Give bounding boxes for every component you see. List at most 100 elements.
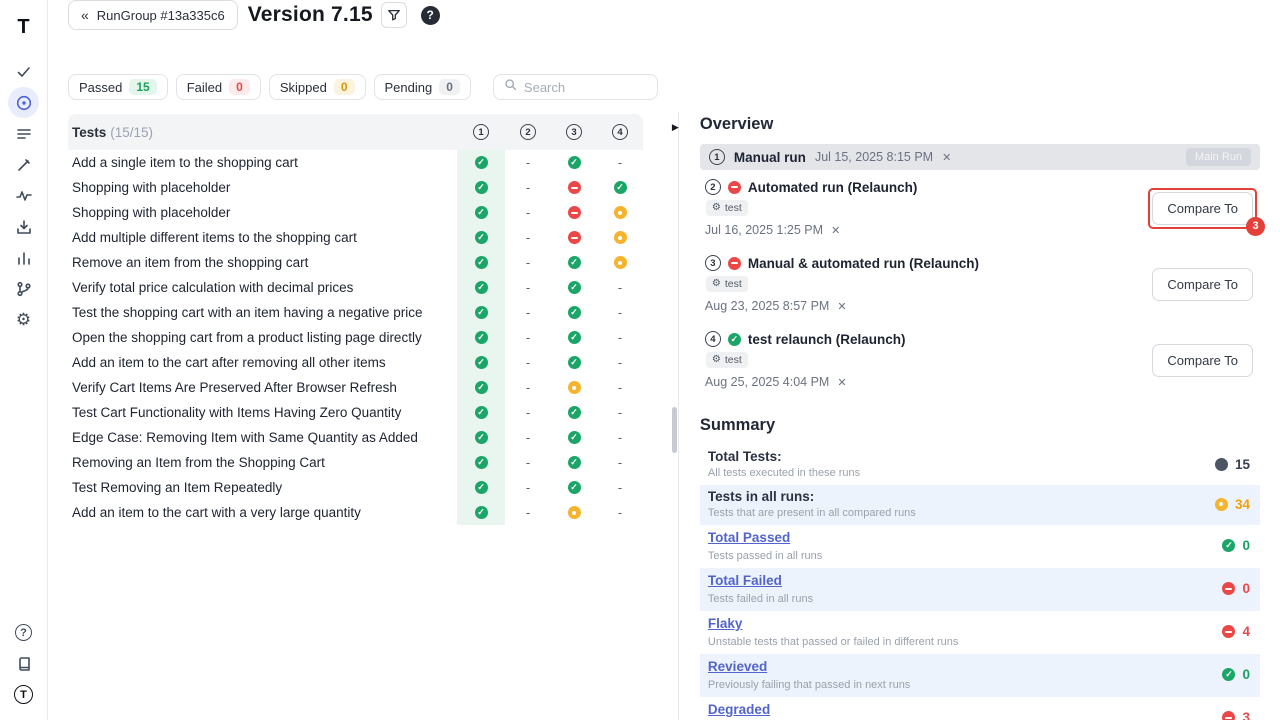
search-icon <box>504 78 517 96</box>
table-header: Tests(15/15) 1 2 3 4 <box>68 114 643 150</box>
test-name: Test Removing an Item Repeatedly <box>68 480 457 495</box>
run4-status-icon <box>614 181 627 194</box>
summary-link-total-passed[interactable]: Total Passed <box>708 530 790 545</box>
collapse-panel-icon[interactable]: ▶ <box>672 122 679 133</box>
table-row[interactable]: Remove an item from the shopping cart <box>68 250 643 275</box>
test-name: Remove an item from the shopping cart <box>68 255 457 270</box>
table-row[interactable]: Shopping with placeholder <box>68 175 643 200</box>
run2-status-icon <box>522 456 535 469</box>
run3-status-icon <box>568 306 581 319</box>
list-filter-icon[interactable] <box>8 118 39 149</box>
summary-status-icon <box>1222 625 1235 638</box>
summary-value: 0 <box>1242 667 1250 682</box>
annotation-badge: 3 <box>1246 217 1265 236</box>
run3-status-icon <box>568 481 581 494</box>
tab-skipped[interactable]: Skipped 0 <box>269 74 366 100</box>
column-run-2[interactable]: 2 <box>520 124 536 140</box>
divider-line <box>678 112 679 720</box>
help-icon[interactable]: ? <box>8 617 39 648</box>
content: Passed 15 Failed 0 Skipped 0 Pending 0 <box>48 30 1280 720</box>
table-row[interactable]: Test Cart Functionality with Items Havin… <box>68 400 643 425</box>
table-row[interactable]: Verify total price calculation with deci… <box>68 275 643 300</box>
run3-status-icon <box>568 456 581 469</box>
test-name: Add multiple different items to the shop… <box>68 230 457 245</box>
column-run-1[interactable]: 1 <box>473 124 489 140</box>
brand-logo-icon[interactable]: T <box>8 679 39 710</box>
back-button[interactable]: « RunGroup #13a335c6 <box>68 0 238 30</box>
table-row[interactable]: Add an item to the cart after removing a… <box>68 350 643 375</box>
run1-status-icon <box>475 306 488 319</box>
runs-icon[interactable] <box>8 87 39 118</box>
summary-row: Total Passed Tests passed in all runs 0 <box>700 525 1260 568</box>
table-row[interactable]: Edge Case: Removing Item with Same Quant… <box>68 425 643 450</box>
summary-link-revieved[interactable]: Revieved <box>708 659 767 674</box>
run-item: 2 Automated run (Relaunch) ⚙ test Jul 16… <box>700 170 1260 246</box>
column-run-3[interactable]: 3 <box>566 124 582 140</box>
run3-status-icon <box>568 206 581 219</box>
table-row[interactable]: Open the shopping cart from a product li… <box>68 325 643 350</box>
scrollbar-thumb[interactable] <box>672 407 677 453</box>
pending-count-badge: 0 <box>439 79 460 95</box>
import-icon[interactable] <box>8 211 39 242</box>
run3-status-icon <box>568 231 581 244</box>
run1-status-icon <box>475 231 488 244</box>
search-input[interactable] <box>524 80 647 95</box>
table-row[interactable]: Test the shopping cart with an item havi… <box>68 300 643 325</box>
filter-funnel-button[interactable] <box>381 2 407 28</box>
run4-status-icon <box>614 506 627 519</box>
table-row[interactable]: Add multiple different items to the shop… <box>68 225 643 250</box>
summary-status-icon <box>1215 498 1228 511</box>
tab-pending[interactable]: Pending 0 <box>374 74 471 100</box>
column-run-4[interactable]: 4 <box>612 124 628 140</box>
run-name: Automated run (Relaunch) <box>748 180 918 195</box>
tab-failed[interactable]: Failed 0 <box>176 74 261 100</box>
summary-link-total-failed[interactable]: Total Failed <box>708 573 782 588</box>
test-name: Open the shopping cart from a product li… <box>68 330 457 345</box>
run4-status-icon <box>614 306 627 319</box>
run-item-selected[interactable]: 1 Manual run Jul 15, 2025 8:15 PM ✕ Main… <box>700 144 1260 170</box>
table-row[interactable]: Add a single item to the shopping cart <box>68 150 643 175</box>
summary-title: Summary <box>700 416 1260 435</box>
settings-icon[interactable]: ⚙ <box>8 304 39 335</box>
table-row[interactable]: Shopping with placeholder <box>68 200 643 225</box>
run-name: Manual run <box>734 150 806 165</box>
summary-desc: Tests that are present in all compared r… <box>708 507 1215 519</box>
tab-passed[interactable]: Passed 15 <box>68 74 168 100</box>
tests-count: (15/15) <box>110 125 153 140</box>
close-icon[interactable]: ✕ <box>837 300 846 313</box>
pen-icon[interactable] <box>8 149 39 180</box>
run3-status-icon <box>568 256 581 269</box>
compare-to-button[interactable]: Compare To <box>1152 268 1253 301</box>
branch-icon[interactable] <box>8 273 39 304</box>
close-icon[interactable]: ✕ <box>831 224 840 237</box>
table-row[interactable]: Verify Cart Items Are Preserved After Br… <box>68 375 643 400</box>
activity-icon[interactable] <box>8 180 39 211</box>
table-row[interactable]: Test Removing an Item Repeatedly <box>68 475 643 500</box>
close-icon[interactable]: ✕ <box>837 376 846 389</box>
summary-desc: Tests passed in all runs <box>708 550 1223 562</box>
table-row[interactable]: Removing an Item from the Shopping Cart <box>68 450 643 475</box>
summary-link-flaky[interactable]: Flaky <box>708 616 743 631</box>
table-row[interactable]: Add an item to the cart with a very larg… <box>68 500 643 525</box>
tag-label: test <box>725 202 742 214</box>
compare-to-button[interactable]: Compare To <box>1152 192 1253 225</box>
sidebar-bottom: ? T <box>8 617 39 710</box>
run3-status-icon <box>568 406 581 419</box>
summary-link-degraded[interactable]: Degraded <box>708 702 770 717</box>
summary-value: 15 <box>1235 457 1250 472</box>
checklist-icon[interactable] <box>8 56 39 87</box>
topbar: « RunGroup #13a335c6 Version 7.15 ? <box>48 0 1280 30</box>
compare-to-button[interactable]: Compare To <box>1152 344 1253 377</box>
run2-status-icon <box>522 481 535 494</box>
run-status-icon <box>728 181 741 194</box>
run3-status-icon <box>568 181 581 194</box>
docs-icon[interactable] <box>8 648 39 679</box>
summary-desc: All tests executed in these runs <box>708 467 1215 479</box>
close-icon[interactable]: ✕ <box>942 151 951 164</box>
test-name: Test the shopping cart with an item havi… <box>68 305 457 320</box>
run4-status-icon <box>614 431 627 444</box>
summary-desc: Tests failed in all runs <box>708 593 1223 605</box>
help-button[interactable]: ? <box>421 6 440 25</box>
run1-status-icon <box>475 206 488 219</box>
analytics-icon[interactable] <box>8 242 39 273</box>
